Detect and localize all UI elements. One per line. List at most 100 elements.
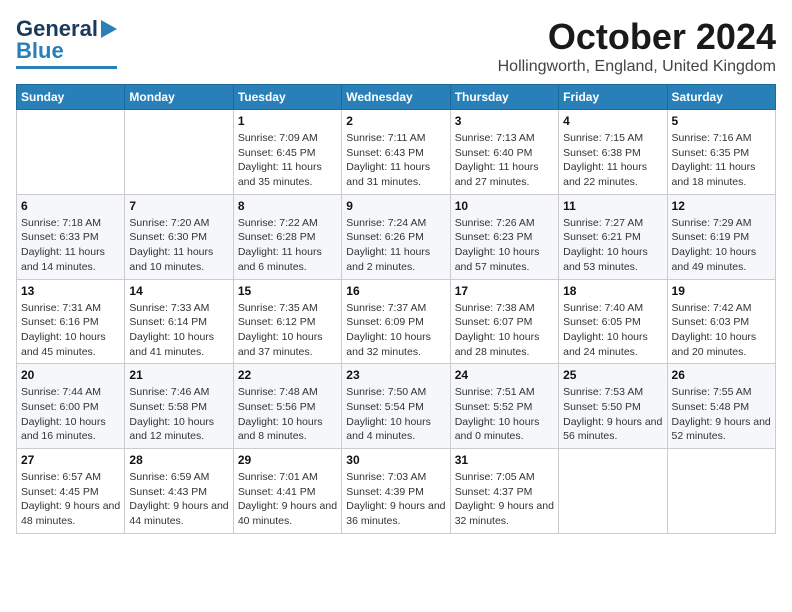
- table-row: 25Sunrise: 7:53 AM Sunset: 5:50 PM Dayli…: [559, 364, 667, 449]
- table-row: 23 Sunrise: 7:50 AM Sunset: 5:54 PM Dayli…: [342, 364, 450, 449]
- day-info: Sunrise: 7:27 AM Sunset: 6:21 PM Dayligh…: [563, 216, 662, 275]
- day-info: Sunrise: 7:53 AM Sunset: 5:50 PM Dayligh…: [563, 385, 662, 444]
- table-row: 5 Sunrise: 7:16 AM Sunset: 6:35 PM Daylig…: [667, 110, 775, 195]
- day-number: 8: [238, 199, 337, 213]
- day-number: 26: [672, 368, 771, 382]
- day-number: 14: [129, 284, 228, 298]
- day-number: 24: [455, 368, 554, 382]
- day-number: 10: [455, 199, 554, 213]
- weekday-header-row: Sunday Monday Tuesday Wednesday Thursday…: [17, 85, 776, 110]
- calendar-week-row: 27Sunrise: 6:57 AM Sunset: 4:45 PM Dayli…: [17, 449, 776, 534]
- day-info: Sunrise: 7:01 AM Sunset: 4:41 PM Dayligh…: [238, 470, 337, 529]
- title-section: October 2024 Hollingworth, England, Unit…: [498, 16, 776, 76]
- day-info: Sunrise: 7:26 AM Sunset: 6:23 PM Dayligh…: [455, 216, 554, 275]
- header-tuesday: Tuesday: [233, 85, 341, 110]
- table-row: [667, 449, 775, 534]
- location-subtitle: Hollingworth, England, United Kingdom: [498, 58, 776, 76]
- day-number: 30: [346, 453, 445, 467]
- header-sunday: Sunday: [17, 85, 125, 110]
- table-row: 30 Sunrise: 7:03 AM Sunset: 4:39 PM Dayli…: [342, 449, 450, 534]
- day-info: Sunrise: 6:57 AM Sunset: 4:45 PM Dayligh…: [21, 470, 120, 529]
- table-row: 12 Sunrise: 7:29 AM Sunset: 6:19 PM Dayli…: [667, 194, 775, 279]
- day-info: Sunrise: 7:31 AM Sunset: 6:16 PM Dayligh…: [21, 301, 120, 360]
- day-info: Sunrise: 6:59 AM Sunset: 4:43 PM Dayligh…: [129, 470, 228, 529]
- table-row: [17, 110, 125, 195]
- calendar-week-row: 1Sunrise: 7:09 AM Sunset: 6:45 PM Daylig…: [17, 110, 776, 195]
- table-row: 1Sunrise: 7:09 AM Sunset: 6:45 PM Daylig…: [233, 110, 341, 195]
- table-row: 9Sunrise: 7:24 AM Sunset: 6:26 PM Daylig…: [342, 194, 450, 279]
- day-info: Sunrise: 7:35 AM Sunset: 6:12 PM Dayligh…: [238, 301, 337, 360]
- table-row: 6Sunrise: 7:18 AM Sunset: 6:33 PM Daylig…: [17, 194, 125, 279]
- table-row: [125, 110, 233, 195]
- header-saturday: Saturday: [667, 85, 775, 110]
- header-thursday: Thursday: [450, 85, 558, 110]
- table-row: 22Sunrise: 7:48 AM Sunset: 5:56 PM Dayli…: [233, 364, 341, 449]
- header-friday: Friday: [559, 85, 667, 110]
- logo-arrow-icon: [101, 20, 117, 38]
- day-info: Sunrise: 7:18 AM Sunset: 6:33 PM Dayligh…: [21, 216, 120, 275]
- day-number: 19: [672, 284, 771, 298]
- table-row: 16Sunrise: 7:37 AM Sunset: 6:09 PM Dayli…: [342, 279, 450, 364]
- day-number: 21: [129, 368, 228, 382]
- table-row: 13 Sunrise: 7:31 AM Sunset: 6:16 PM Dayli…: [17, 279, 125, 364]
- day-number: 5: [672, 114, 771, 128]
- table-row: [559, 449, 667, 534]
- table-row: 19 Sunrise: 7:42 AM Sunset: 6:03 PM Dayli…: [667, 279, 775, 364]
- day-number: 3: [455, 114, 554, 128]
- day-info: Sunrise: 7:38 AM Sunset: 6:07 PM Dayligh…: [455, 301, 554, 360]
- day-info: Sunrise: 7:55 AM Sunset: 5:48 PM Dayligh…: [672, 385, 771, 444]
- table-row: 20 Sunrise: 7:44 AM Sunset: 6:00 PM Dayli…: [17, 364, 125, 449]
- logo: General Blue: [16, 16, 117, 69]
- day-info: Sunrise: 7:15 AM Sunset: 6:38 PM Dayligh…: [563, 131, 662, 190]
- table-row: 24Sunrise: 7:51 AM Sunset: 5:52 PM Dayli…: [450, 364, 558, 449]
- calendar-table: Sunday Monday Tuesday Wednesday Thursday…: [16, 84, 776, 534]
- day-info: Sunrise: 7:46 AM Sunset: 5:58 PM Dayligh…: [129, 385, 228, 444]
- day-info: Sunrise: 7:50 AM Sunset: 5:54 PM Dayligh…: [346, 385, 445, 444]
- table-row: 28 Sunrise: 6:59 AM Sunset: 4:43 PM Dayli…: [125, 449, 233, 534]
- table-row: 2 Sunrise: 7:11 AM Sunset: 6:43 PM Daylig…: [342, 110, 450, 195]
- day-info: Sunrise: 7:16 AM Sunset: 6:35 PM Dayligh…: [672, 131, 771, 190]
- day-info: Sunrise: 7:44 AM Sunset: 6:00 PM Dayligh…: [21, 385, 120, 444]
- day-info: Sunrise: 7:29 AM Sunset: 6:19 PM Dayligh…: [672, 216, 771, 275]
- day-info: Sunrise: 7:20 AM Sunset: 6:30 PM Dayligh…: [129, 216, 228, 275]
- logo-line: [16, 66, 117, 69]
- table-row: 18 Sunrise: 7:40 AM Sunset: 6:05 PM Dayli…: [559, 279, 667, 364]
- table-row: 11 Sunrise: 7:27 AM Sunset: 6:21 PM Dayli…: [559, 194, 667, 279]
- day-number: 18: [563, 284, 662, 298]
- day-info: Sunrise: 7:11 AM Sunset: 6:43 PM Dayligh…: [346, 131, 445, 190]
- header-wednesday: Wednesday: [342, 85, 450, 110]
- day-number: 13: [21, 284, 120, 298]
- table-row: 7 Sunrise: 7:20 AM Sunset: 6:30 PM Daylig…: [125, 194, 233, 279]
- day-number: 28: [129, 453, 228, 467]
- day-number: 29: [238, 453, 337, 467]
- table-row: 31Sunrise: 7:05 AM Sunset: 4:37 PM Dayli…: [450, 449, 558, 534]
- day-info: Sunrise: 7:40 AM Sunset: 6:05 PM Dayligh…: [563, 301, 662, 360]
- table-row: 15 Sunrise: 7:35 AM Sunset: 6:12 PM Dayli…: [233, 279, 341, 364]
- day-info: Sunrise: 7:22 AM Sunset: 6:28 PM Dayligh…: [238, 216, 337, 275]
- table-row: 8 Sunrise: 7:22 AM Sunset: 6:28 PM Daylig…: [233, 194, 341, 279]
- day-number: 2: [346, 114, 445, 128]
- day-number: 7: [129, 199, 228, 213]
- calendar-week-row: 13 Sunrise: 7:31 AM Sunset: 6:16 PM Dayli…: [17, 279, 776, 364]
- day-number: 16: [346, 284, 445, 298]
- day-number: 15: [238, 284, 337, 298]
- logo-blue: Blue: [16, 38, 64, 64]
- day-number: 20: [21, 368, 120, 382]
- calendar-week-row: 20 Sunrise: 7:44 AM Sunset: 6:00 PM Dayli…: [17, 364, 776, 449]
- day-number: 12: [672, 199, 771, 213]
- table-row: 21 Sunrise: 7:46 AM Sunset: 5:58 PM Dayli…: [125, 364, 233, 449]
- page-header: General Blue October 2024 Hollingworth, …: [16, 16, 776, 76]
- day-number: 23: [346, 368, 445, 382]
- day-info: Sunrise: 7:33 AM Sunset: 6:14 PM Dayligh…: [129, 301, 228, 360]
- day-number: 22: [238, 368, 337, 382]
- day-number: 11: [563, 199, 662, 213]
- day-info: Sunrise: 7:42 AM Sunset: 6:03 PM Dayligh…: [672, 301, 771, 360]
- day-number: 1: [238, 114, 337, 128]
- table-row: 17 Sunrise: 7:38 AM Sunset: 6:07 PM Dayli…: [450, 279, 558, 364]
- day-info: Sunrise: 7:05 AM Sunset: 4:37 PM Dayligh…: [455, 470, 554, 529]
- calendar-week-row: 6Sunrise: 7:18 AM Sunset: 6:33 PM Daylig…: [17, 194, 776, 279]
- header-monday: Monday: [125, 85, 233, 110]
- day-number: 17: [455, 284, 554, 298]
- day-info: Sunrise: 7:03 AM Sunset: 4:39 PM Dayligh…: [346, 470, 445, 529]
- day-number: 9: [346, 199, 445, 213]
